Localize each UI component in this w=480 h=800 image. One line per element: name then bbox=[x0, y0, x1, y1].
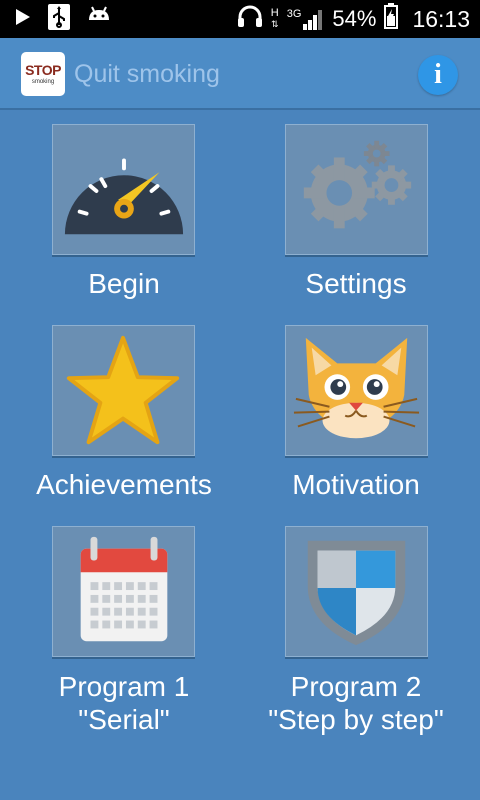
status-right: H ⇅ 3G 54% 16:13 bbox=[237, 0, 470, 38]
achievements-tile[interactable] bbox=[52, 325, 195, 456]
headphones-icon bbox=[237, 4, 263, 34]
calendar-day-cell bbox=[102, 607, 111, 616]
calendar-day-cell bbox=[137, 594, 146, 603]
logo-smoking-text: smoking bbox=[31, 78, 55, 85]
calendar-day-cell bbox=[102, 620, 111, 629]
signal-icon bbox=[303, 10, 323, 30]
star-icon bbox=[66, 335, 180, 445]
calendar-icon bbox=[80, 536, 168, 642]
calendar-day-cell bbox=[149, 607, 158, 616]
program2-subtitle: "Step by step" bbox=[268, 704, 444, 735]
calendar-day-cell bbox=[137, 582, 146, 591]
data-arrows: ⇅ bbox=[270, 19, 279, 29]
usb-icon bbox=[46, 3, 72, 36]
battery-percent: 54% bbox=[332, 6, 377, 31]
calendar-day-cell bbox=[90, 582, 99, 591]
program1-label[interactable]: Program 1 "Serial" bbox=[14, 670, 234, 736]
calendar-day-cell bbox=[114, 582, 123, 591]
network-type-h: H bbox=[270, 7, 279, 19]
calendar-day-cell bbox=[114, 620, 123, 629]
settings-label[interactable]: Settings bbox=[246, 267, 466, 300]
logo-stop-text: STOP bbox=[25, 61, 61, 78]
calendar-day-cell bbox=[149, 620, 158, 629]
status-bar: H ⇅ 3G 54% 16:13 bbox=[0, 0, 480, 38]
motivation-label[interactable]: Motivation bbox=[246, 468, 466, 501]
battery-icon bbox=[384, 3, 399, 35]
shield-icon bbox=[307, 540, 406, 646]
cat-icon bbox=[293, 337, 420, 439]
clock: 16:13 bbox=[412, 5, 470, 32]
status-left bbox=[14, 0, 112, 38]
calendar-day-cell bbox=[125, 607, 134, 616]
calendar-day-cell bbox=[149, 594, 158, 603]
gears-icon bbox=[303, 140, 412, 229]
motivation-tile[interactable] bbox=[285, 325, 428, 456]
calendar-day-cell bbox=[102, 582, 111, 591]
calendar-day-cell bbox=[90, 607, 99, 616]
calendar-day-cell bbox=[125, 582, 134, 591]
program2-label[interactable]: Program 2 "Step by step" bbox=[246, 670, 466, 736]
begin-tile[interactable] bbox=[52, 124, 195, 255]
program1-subtitle: "Serial" bbox=[78, 704, 170, 735]
program1-title: Program 1 bbox=[58, 671, 190, 702]
calendar-day-cell bbox=[125, 620, 134, 629]
app-bar: STOP smoking Quit smoking i bbox=[0, 38, 480, 110]
begin-label[interactable]: Begin bbox=[14, 267, 234, 300]
network-type-3g: 3G bbox=[286, 8, 302, 20]
achievements-label[interactable]: Achievements bbox=[14, 468, 234, 501]
android-icon bbox=[86, 6, 112, 33]
3g-icon: 3G bbox=[287, 8, 325, 30]
h-plus-icon: H ⇅ bbox=[271, 8, 279, 30]
program2-tile[interactable] bbox=[285, 526, 428, 657]
calendar-day-cell bbox=[137, 620, 146, 629]
settings-tile[interactable] bbox=[285, 124, 428, 255]
info-button[interactable]: i bbox=[418, 55, 458, 95]
program2-title: Program 2 bbox=[290, 671, 422, 702]
calendar-day-cell bbox=[125, 594, 134, 603]
speedometer-icon bbox=[64, 158, 184, 235]
calendar-day-cell bbox=[149, 582, 158, 591]
play-icon bbox=[14, 7, 32, 32]
calendar-day-cell bbox=[90, 594, 99, 603]
calendar-day-cell bbox=[90, 620, 99, 629]
program1-tile[interactable] bbox=[52, 526, 195, 657]
info-icon: i bbox=[434, 59, 442, 90]
calendar-day-cell bbox=[102, 594, 111, 603]
calendar-day-cell bbox=[137, 607, 146, 616]
app-logo: STOP smoking bbox=[21, 52, 65, 96]
calendar-day-cell bbox=[114, 594, 123, 603]
calendar-day-cell bbox=[114, 607, 123, 616]
app-title: Quit smoking bbox=[74, 60, 220, 88]
